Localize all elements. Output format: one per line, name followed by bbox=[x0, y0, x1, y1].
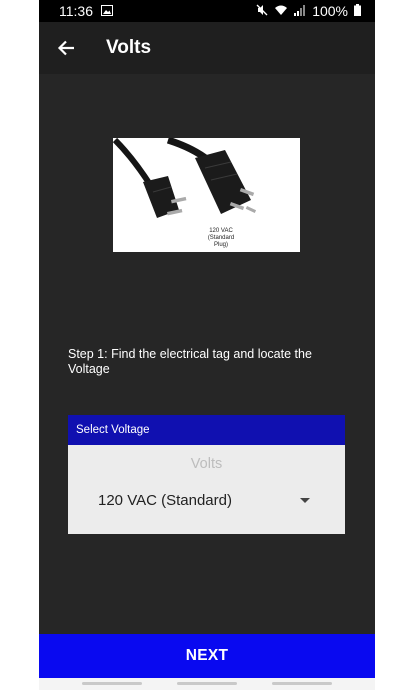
system-nav-bar bbox=[39, 678, 375, 690]
select-voltage-header: Select Voltage bbox=[68, 415, 345, 445]
voltage-dropdown[interactable]: 120 VAC (Standard) bbox=[98, 488, 310, 512]
app-bar: Volts bbox=[39, 22, 375, 74]
wifi-icon bbox=[274, 3, 288, 19]
signal-icon bbox=[294, 3, 306, 19]
mute-icon bbox=[256, 3, 268, 19]
image-icon bbox=[101, 3, 113, 19]
plug-photo: 120 VAC (Standard Plug) bbox=[113, 138, 300, 252]
plug-caption: 120 VAC (Standard Plug) bbox=[207, 228, 235, 248]
nav-home-handle[interactable] bbox=[177, 682, 237, 685]
battery-icon bbox=[354, 3, 361, 19]
page-title: Volts bbox=[106, 37, 152, 58]
step-instruction: Step 1: Find the electrical tag and loca… bbox=[68, 347, 312, 376]
status-bar: 11:36 100% bbox=[39, 0, 375, 22]
phone-screen: 11:36 100% Volts 120 VAC (Standard Plug)… bbox=[39, 0, 375, 690]
status-time: 11:36 bbox=[59, 3, 93, 19]
volts-label: Volts bbox=[190, 456, 223, 472]
voltage-selected-value: 120 VAC (Standard) bbox=[98, 491, 232, 509]
battery-percent: 100% bbox=[312, 3, 348, 19]
next-button[interactable]: NEXT bbox=[39, 634, 375, 678]
nav-recent-handle[interactable] bbox=[82, 682, 142, 685]
chevron-down-icon bbox=[300, 497, 310, 503]
arrow-back-icon[interactable] bbox=[53, 35, 79, 61]
select-voltage-panel: Volts 120 VAC (Standard) bbox=[68, 445, 345, 534]
nav-back-handle[interactable] bbox=[272, 682, 332, 685]
